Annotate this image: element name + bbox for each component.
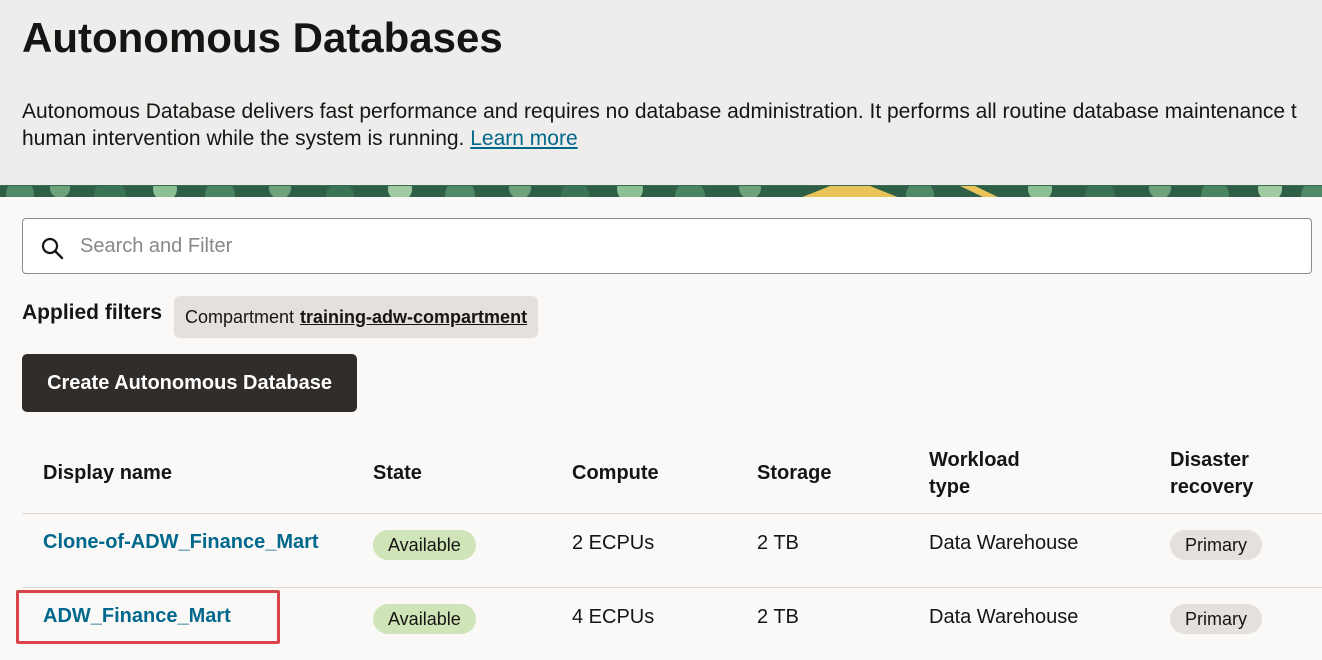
column-header-storage[interactable]: Storage	[757, 460, 831, 487]
column-header-display-name[interactable]: Display name	[43, 460, 172, 487]
table-header-divider	[22, 513, 1322, 514]
workload-type-line-1: Workload	[929, 449, 1020, 471]
column-header-compute[interactable]: Compute	[572, 460, 659, 487]
compute-cell: 4 ECPUs	[572, 606, 655, 628]
role-badge: Primary	[1170, 530, 1262, 560]
filter-chip-key: Compartment	[185, 306, 295, 327]
database-name-link[interactable]: Clone-of-ADW_Finance_Mart	[43, 531, 319, 554]
storage-cell: 2 TB	[757, 532, 799, 554]
description-line-1: Autonomous Database delivers fast perfor…	[22, 100, 1297, 123]
filter-chip-value-link[interactable]: training-adw-compartment	[300, 307, 527, 328]
compartment-filter-chip[interactable]: Compartment training-adw-compartment	[174, 296, 539, 338]
workload-type-cell: Data Warehouse	[929, 532, 1079, 554]
storage-cell: 2 TB	[757, 606, 799, 628]
search-icon	[41, 237, 64, 260]
page-description: Autonomous Database delivers fast perfor…	[22, 98, 1322, 152]
banner-pattern	[0, 185, 1322, 197]
disaster-recovery-line-1: Disaster	[1170, 449, 1249, 471]
search-input[interactable]	[80, 219, 1300, 273]
table-row-divider	[22, 587, 1322, 588]
learn-more-link[interactable]: Learn more	[470, 127, 577, 150]
column-header-workload-type[interactable]: Workload type	[929, 447, 1020, 501]
page-header: Autonomous Databases Autonomous Database…	[0, 0, 1322, 185]
role-badge: Primary	[1170, 604, 1262, 634]
decorative-banner	[0, 185, 1322, 197]
applied-filters-label: Applied filters	[22, 301, 163, 324]
compute-cell: 2 ECPUs	[572, 532, 655, 554]
search-box[interactable]	[22, 218, 1312, 274]
workload-type-cell: Data Warehouse	[929, 606, 1079, 628]
column-header-state[interactable]: State	[373, 460, 422, 487]
highlight-box	[16, 590, 280, 644]
column-header-disaster-recovery[interactable]: Disaster recovery	[1170, 447, 1253, 501]
create-autonomous-database-button[interactable]: Create Autonomous Database	[22, 354, 357, 412]
disaster-recovery-line-2: recovery	[1170, 476, 1254, 498]
page-title: Autonomous Databases	[22, 14, 503, 61]
workload-type-line-2: type	[929, 476, 971, 498]
status-badge: Available	[373, 530, 476, 560]
status-badge: Available	[373, 604, 476, 634]
description-line-2: human intervention while the system is r…	[22, 127, 465, 150]
